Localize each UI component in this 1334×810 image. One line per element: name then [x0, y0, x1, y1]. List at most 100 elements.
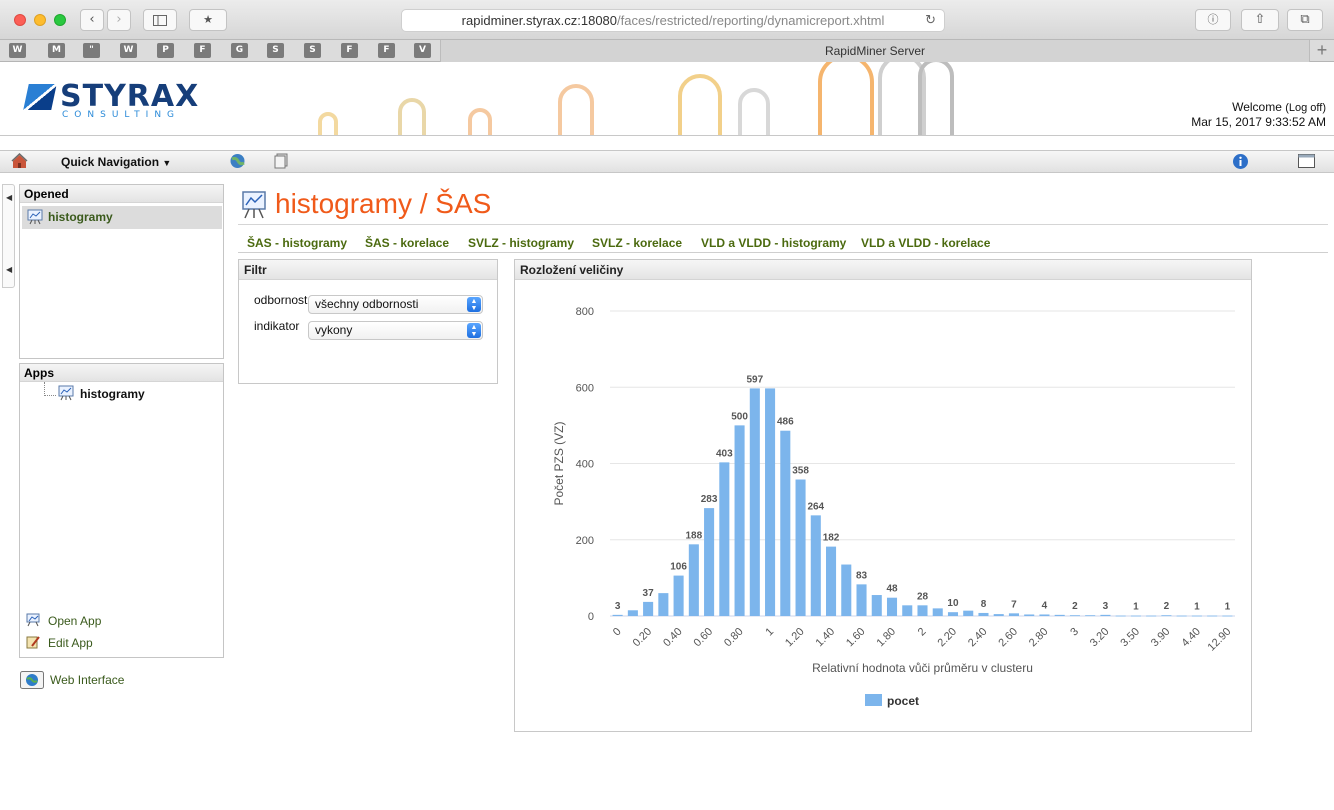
histogram-bar [1054, 614, 1065, 616]
bookmark-icon[interactable]: M [48, 43, 65, 58]
address-bar[interactable]: rapidminer.styrax.cz:18080/faces/restric… [401, 9, 945, 32]
collapse-left-icon[interactable]: ◀ [6, 265, 12, 274]
indikator-value: vykony [315, 323, 353, 337]
bookmark-icon[interactable]: V [414, 43, 431, 58]
quick-navigation-menu[interactable]: Quick Navigation ▼ [61, 155, 171, 169]
logoff-link[interactable]: (Log off) [1285, 102, 1326, 114]
histogram-bar [780, 430, 791, 616]
legend-swatch [865, 694, 882, 706]
collapse-left-icon[interactable]: ◀ [6, 193, 12, 202]
x-tick-label: 12.90 [1206, 626, 1234, 654]
window-minimize-button[interactable] [34, 14, 46, 26]
filter-header: Filtr [239, 260, 497, 280]
report-tabs: ŠAS - histogramy ŠAS - korelace SVLZ - h… [238, 236, 1328, 253]
data-label: 403 [716, 448, 733, 459]
open-app-icon [26, 613, 40, 627]
x-tick-label: 2.40 [966, 626, 990, 650]
x-tick-label: 1.20 [783, 626, 807, 650]
x-tick-label: 2.60 [996, 626, 1020, 650]
info-button[interactable]: ⓘ [1195, 9, 1231, 31]
web-interface-link[interactable]: Web Interface [50, 673, 124, 687]
histogram-bar [673, 575, 684, 616]
histogram-chart: 0200400600800337106188283403500597486358… [552, 306, 1235, 708]
indikator-select[interactable]: vykony ▲ ▼ [308, 321, 483, 340]
histogram-bar [1161, 615, 1172, 617]
x-tick-label: 2 [916, 626, 929, 639]
page-title: histogramy / ŠAS [275, 188, 492, 219]
bookmark-icon[interactable]: G [231, 43, 248, 58]
data-label: 3 [1103, 601, 1109, 612]
info-circle-icon[interactable] [1232, 153, 1249, 170]
tab-vld-korelace[interactable]: VLD a VLDD - korelace [861, 236, 990, 250]
x-tick-label: 1.40 [814, 626, 838, 650]
sidebar-toggle-button[interactable] [143, 9, 177, 31]
histogram-bar [688, 544, 699, 616]
back-button[interactable]: ‹ [80, 9, 104, 31]
histogram-bar [826, 546, 837, 616]
data-label: 2 [1164, 601, 1170, 612]
share-icon: ⇧ [1254, 12, 1266, 27]
x-tick-label: 1.80 [875, 626, 899, 650]
forward-button[interactable]: › [107, 9, 131, 31]
x-tick-label: 2.80 [1027, 626, 1051, 650]
bookmark-icon[interactable]: W [9, 43, 26, 58]
histogram-bar [932, 608, 943, 616]
styrax-logo[interactable]: STYRAX CONSULTING [23, 82, 204, 122]
histogram-bar [765, 388, 776, 616]
report-icon [58, 385, 74, 401]
globe-icon[interactable] [229, 153, 246, 169]
home-icon[interactable] [11, 153, 28, 169]
tab-svlz-korelace[interactable]: SVLZ - korelace [592, 236, 682, 250]
caret-down-icon: ▼ [162, 158, 172, 168]
logo-subtext: CONSULTING [62, 110, 181, 120]
bookmark-icon[interactable]: W [120, 43, 137, 58]
opened-header: Opened [20, 185, 223, 203]
histogram-bar [1176, 615, 1187, 617]
data-label: 7 [1011, 599, 1017, 610]
histogram-bar [734, 425, 745, 616]
share-button[interactable]: ⇧ [1241, 9, 1279, 31]
apps-panel: Apps histogramy Open App Edit App [19, 363, 224, 658]
bookmark-icon[interactable]: F [378, 43, 395, 58]
data-label: 500 [731, 411, 748, 422]
new-tab-button[interactable]: + [1310, 40, 1334, 62]
tab-vld-histogramy[interactable]: VLD a VLDD - histogramy [701, 236, 846, 250]
sidebar-icon [153, 15, 167, 26]
odbornost-select[interactable]: všechny odbornosti ▲ ▼ [308, 295, 483, 314]
reload-icon[interactable]: ↻ [925, 10, 936, 31]
histogram-bar [1024, 614, 1035, 616]
bookmark-icon[interactable]: S [304, 43, 321, 58]
histogram-bar [947, 612, 959, 616]
bookmark-icon[interactable]: " [83, 43, 100, 58]
histogram-bar [704, 508, 715, 616]
odbornost-value: všechny odbornosti [315, 297, 419, 311]
histogram-bar [978, 612, 989, 616]
window-zoom-button[interactable] [54, 14, 66, 26]
tabs-overview-button[interactable]: ⧉ [1287, 9, 1323, 31]
document-stack-icon[interactable] [274, 153, 289, 169]
open-app-link[interactable]: Open App [48, 614, 101, 628]
top-sites-button[interactable]: ★ [189, 9, 227, 31]
histogram-bar [871, 595, 882, 616]
bookmark-icon[interactable]: F [341, 43, 358, 58]
data-label: 83 [856, 570, 868, 581]
logo-mark-icon [23, 84, 57, 110]
bookmark-icon[interactable]: S [267, 43, 284, 58]
report-icon [27, 209, 43, 225]
bookmark-icon[interactable]: P [157, 43, 174, 58]
histogram-bar [917, 605, 928, 616]
tab-sas-korelace[interactable]: ŠAS - korelace [365, 236, 449, 250]
edit-app-link[interactable]: Edit App [48, 636, 93, 650]
apps-header: Apps [20, 364, 223, 382]
web-interface-icon[interactable] [20, 671, 44, 690]
browser-tab[interactable]: RapidMiner Server [440, 40, 1310, 62]
x-tick-label: 0.80 [722, 626, 746, 650]
bookmark-icon[interactable]: F [194, 43, 211, 58]
apps-item-histogramy[interactable]: histogramy [80, 387, 145, 401]
maximize-panel-icon[interactable] [1298, 154, 1315, 169]
tab-svlz-histogramy[interactable]: SVLZ - histogramy [468, 236, 574, 250]
window-close-button[interactable] [14, 14, 26, 26]
opened-item-histogramy[interactable]: histogramy [22, 206, 222, 229]
sidebar-collapse-strip[interactable]: ◀ ◀ [2, 184, 15, 288]
tab-sas-histogramy[interactable]: ŠAS - histogramy [247, 236, 347, 250]
